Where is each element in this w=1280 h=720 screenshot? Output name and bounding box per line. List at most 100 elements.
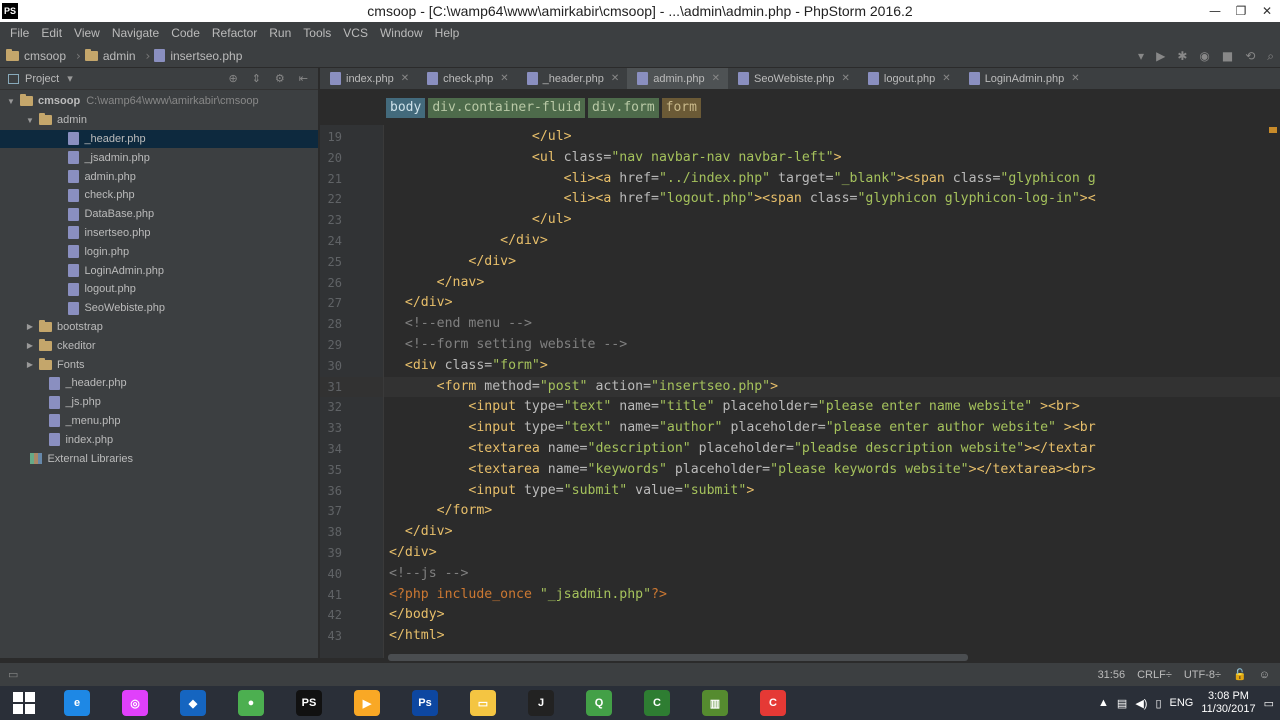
tree-file[interactable]: index.php [0, 430, 318, 449]
tree-folder-admin[interactable]: ▼ admin [0, 111, 318, 130]
tree-file[interactable]: admin.php [0, 167, 318, 186]
menu-file[interactable]: File [4, 26, 35, 40]
collapsed-arrow-icon[interactable]: ▶ [25, 360, 35, 369]
close-button[interactable]: ✕ [1254, 0, 1280, 22]
tree-file[interactable]: _js.php [0, 393, 318, 412]
tree-file[interactable]: insertseo.php [0, 224, 318, 243]
code-line[interactable]: 41 <?php include_once "_jsadmin.php"?> [320, 585, 1280, 606]
code-line[interactable]: 23 </ul> [320, 210, 1280, 231]
lock-icon[interactable]: 🔓 [1233, 668, 1247, 681]
code-line[interactable]: 20 <ul class="nav navbar-nav navbar-left… [320, 148, 1280, 169]
language-indicator[interactable]: ENG [1170, 697, 1194, 709]
close-tab-icon[interactable]: ✕ [611, 73, 619, 84]
code-line[interactable]: 24 </div> [320, 231, 1280, 252]
hide-panel-icon[interactable]: ⇤ [299, 72, 308, 85]
taskbar-app-green[interactable]: Q [570, 686, 628, 720]
minimize-button[interactable]: — [1202, 0, 1228, 22]
code-editor[interactable]: 19 </ul> 20 <ul class="nav navbar-nav nav… [320, 125, 1280, 658]
nav-crumb-file[interactable]: insertseo.php [154, 49, 242, 63]
tab-seowebiste-php[interactable]: SeoWebiste.php ✕ [728, 68, 858, 89]
menu-tools[interactable]: Tools [297, 26, 337, 40]
menu-navigate[interactable]: Navigate [106, 26, 165, 40]
breadcrumb-form[interactable]: form [661, 98, 701, 118]
chevron-down-icon[interactable]: ▾ [67, 72, 73, 85]
nav-crumb-project[interactable]: cmsoop [6, 48, 66, 63]
run-icon[interactable]: ▶ [1156, 49, 1165, 63]
code-line[interactable]: 22 <li><a href="logout.php"><span class=… [320, 189, 1280, 210]
tree-file[interactable]: check.php [0, 186, 318, 205]
taskbar-phpstorm[interactable]: PS [280, 686, 338, 720]
code-line[interactable]: 28 <!--end menu --> [320, 314, 1280, 335]
tab-loginadmin-php[interactable]: LoginAdmin.php ✕ [959, 68, 1088, 89]
battery-icon[interactable]: ▯ [1155, 697, 1161, 710]
tree-file[interactable]: logout.php [0, 280, 318, 299]
collapse-all-icon[interactable]: ⇕ [252, 72, 261, 85]
code-line[interactable]: 30 <div class="form"> [320, 356, 1280, 377]
code-line[interactable]: 31 <form method="post" action="insertseo… [320, 376, 1280, 398]
tree-file[interactable]: login.php [0, 242, 318, 261]
menu-view[interactable]: View [68, 26, 106, 40]
expanded-arrow-icon[interactable]: ▼ [25, 116, 35, 125]
code-line[interactable]: 25 </div> [320, 252, 1280, 273]
tree-folder[interactable]: ▶ ckeditor [0, 336, 318, 355]
taskbar-file-explorer[interactable]: ▭ [454, 686, 512, 720]
collapsed-arrow-icon[interactable]: ▶ [25, 341, 35, 350]
menu-edit[interactable]: Edit [35, 26, 68, 40]
code-line[interactable]: 21 <li><a href="../index.php" target="_b… [320, 169, 1280, 190]
code-line[interactable]: 38 </div> [320, 522, 1280, 543]
tree-folder[interactable]: ▶ bootstrap [0, 318, 318, 337]
code-line[interactable]: 29 <!--form setting website --> [320, 335, 1280, 356]
close-tab-icon[interactable]: ✕ [401, 73, 409, 84]
tab-logout-php[interactable]: logout.php ✕ [858, 68, 959, 89]
code-line[interactable]: 43 </html> [320, 626, 1280, 647]
breadcrumb-body[interactable]: body [386, 98, 426, 118]
breadcrumb-div-form[interactable]: div.form [588, 98, 659, 118]
horizontal-scrollbar[interactable] [388, 654, 968, 661]
expanded-arrow-icon[interactable]: ▼ [6, 97, 16, 106]
tab-admin-php[interactable]: admin.php ✕ [627, 68, 728, 89]
line-separator[interactable]: CRLF÷ [1137, 669, 1172, 681]
scroll-from-source-icon[interactable]: ⊕ [228, 72, 237, 85]
close-tab-icon[interactable]: ✕ [842, 73, 850, 84]
nav-crumb-folder[interactable]: admin [84, 48, 136, 63]
tree-folder[interactable]: ▶ Fonts [0, 355, 318, 374]
notifications-icon[interactable]: ▭ [1264, 697, 1274, 710]
clock[interactable]: 3:08 PM 11/30/2017 [1201, 690, 1255, 716]
code-line[interactable]: 39 </div> [320, 543, 1280, 564]
toggle-tool-windows-icon[interactable]: ▭ [8, 668, 18, 681]
code-line[interactable]: 40 <!--js --> [320, 564, 1280, 585]
taskbar-app-pink[interactable]: ◎ [106, 686, 164, 720]
menu-refactor[interactable]: Refactor [206, 26, 263, 40]
tree-file[interactable]: _jsadmin.php [0, 148, 318, 167]
tray-overflow-icon[interactable]: ▲ [1098, 697, 1109, 709]
code-line[interactable]: 37 </form> [320, 501, 1280, 522]
taskbar-camtasia-green[interactable]: C [628, 686, 686, 720]
taskbar-photoshop[interactable]: Ps [396, 686, 454, 720]
menu-run[interactable]: Run [263, 26, 297, 40]
inspector-icon[interactable]: ☺ [1259, 669, 1270, 681]
volume-icon[interactable]: ◀) [1135, 697, 1147, 710]
code-line[interactable]: 42 </body> [320, 605, 1280, 626]
menu-window[interactable]: Window [374, 26, 429, 40]
settings-gear-icon[interactable]: ⚙ [275, 72, 285, 85]
code-line[interactable]: 26 </nav> [320, 273, 1280, 294]
tree-file[interactable]: _menu.php [0, 412, 318, 431]
breadcrumb-div-container-fluid[interactable]: div.container-fluid [428, 98, 586, 118]
taskbar-chrome[interactable]: ● [222, 686, 280, 720]
tree-root-cmsoop[interactable]: ▼ cmsoop C:\wamp64\www\amirkabir\cmsoop [0, 92, 318, 111]
start-button[interactable] [0, 686, 48, 720]
tree-file[interactable]: _header.php [0, 374, 318, 393]
collapsed-arrow-icon[interactable]: ▶ [25, 322, 35, 331]
vcs-icon[interactable]: ⟲ [1245, 49, 1255, 63]
taskbar-player[interactable]: ▶ [338, 686, 396, 720]
close-tab-icon[interactable]: ✕ [942, 73, 950, 84]
menu-help[interactable]: Help [429, 26, 466, 40]
tab-index-php[interactable]: index.php ✕ [320, 68, 417, 89]
tab-check-php[interactable]: check.php ✕ [417, 68, 517, 89]
close-tab-icon[interactable]: ✕ [500, 73, 508, 84]
taskbar-internet-explorer[interactable]: e [48, 686, 106, 720]
run-config-dropdown-icon[interactable]: ▾ [1138, 49, 1144, 63]
code-line[interactable]: 19 </ul> [320, 127, 1280, 148]
file-encoding[interactable]: UTF-8÷ [1184, 669, 1221, 681]
code-line[interactable]: 32 <input type="text" name="title" place… [320, 397, 1280, 418]
